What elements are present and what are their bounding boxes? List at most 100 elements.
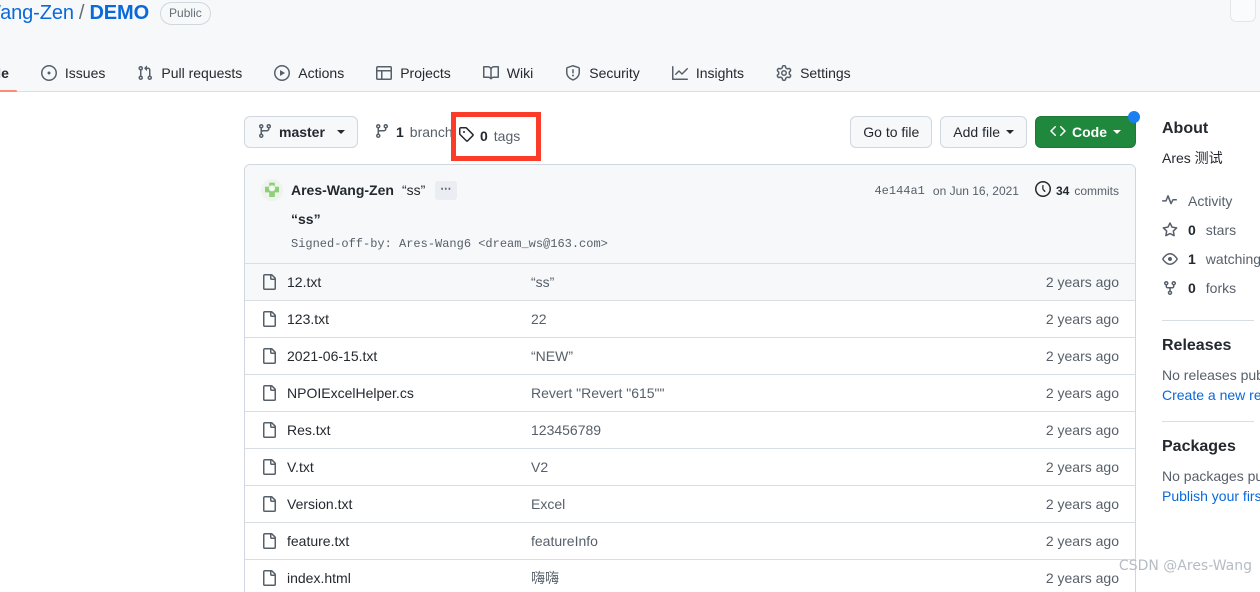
git-branch-icon bbox=[257, 123, 273, 142]
forks-link[interactable]: 0 forks bbox=[1162, 273, 1260, 302]
repo-main-column: master 1 branch 0 tags bbox=[244, 111, 1140, 592]
file-commit-message[interactable]: Revert "Revert "615"" bbox=[531, 385, 1009, 401]
issue-opened-icon bbox=[40, 64, 57, 81]
repo-header: res-Wang-Zen / DEMO Public ode Issues bbox=[0, 0, 1260, 92]
packages-empty-note: No packages publi bbox=[1162, 468, 1260, 484]
forks-count: 0 bbox=[1188, 279, 1196, 296]
tab-code[interactable]: ode bbox=[0, 53, 25, 92]
tags-count-highlighted[interactable]: 0 tags bbox=[458, 126, 520, 145]
repo-owner-link[interactable]: res-Wang-Zen bbox=[0, 2, 74, 25]
chevron-down-icon bbox=[337, 130, 345, 134]
commit-signoff: Signed-off-by: Ares-Wang6 <dream_ws@163.… bbox=[291, 237, 608, 251]
file-commit-message[interactable]: Excel bbox=[531, 496, 1009, 512]
tags-count-label-highlighted: tags bbox=[493, 127, 521, 144]
tags-count-value-highlighted: 0 bbox=[480, 127, 488, 144]
visibility-badge: Public bbox=[160, 2, 211, 25]
releases-section: Releases No releases publish Create a ne… bbox=[1162, 337, 1260, 403]
file-commit-message[interactable]: “ss” bbox=[531, 274, 1009, 290]
table-row[interactable]: 123.txt 22 2 years ago bbox=[245, 300, 1135, 337]
file-commit-time: 2 years ago bbox=[1045, 570, 1119, 586]
file-icon bbox=[261, 459, 277, 475]
tab-projects[interactable]: Projects bbox=[360, 53, 467, 92]
file-commit-time: 2 years ago bbox=[1045, 311, 1119, 327]
table-row[interactable]: feature.txt featureInfo 2 years ago bbox=[245, 522, 1135, 559]
file-name-link[interactable]: NPOIExcelHelper.cs bbox=[287, 385, 531, 401]
commit-sha[interactable]: 4e144a1 bbox=[874, 184, 924, 198]
activity-link[interactable]: Activity bbox=[1162, 186, 1260, 215]
table-row[interactable]: V.txt V2 2 years ago bbox=[245, 448, 1135, 485]
avatar[interactable] bbox=[261, 179, 283, 201]
commit-title-inline[interactable]: “ss” bbox=[402, 182, 425, 198]
code-button[interactable]: Code bbox=[1035, 111, 1140, 148]
file-icon bbox=[261, 274, 277, 290]
commit-expand-button[interactable]: ⋯ bbox=[435, 180, 458, 200]
commit-author-link[interactable]: Ares-Wang-Zen bbox=[291, 182, 394, 198]
commits-count[interactable]: 34 commits bbox=[1034, 181, 1119, 200]
commit-message: “ss” bbox=[291, 211, 321, 227]
repo-stats: Activity 0 stars 1 watching 0 forks bbox=[1162, 186, 1260, 302]
git-branch-icon bbox=[374, 123, 390, 142]
repo-nav: ode Issues Pull requests Actions bbox=[0, 52, 867, 92]
shield-icon bbox=[565, 64, 581, 81]
commit-date: on Jun 16, 2021 bbox=[932, 183, 1019, 198]
file-name-link[interactable]: feature.txt bbox=[287, 533, 531, 549]
publish-package-link[interactable]: Publish your first p bbox=[1162, 488, 1260, 504]
git-pull-request-icon bbox=[137, 65, 153, 81]
commits-count-label: commits bbox=[1074, 183, 1119, 198]
tab-pull-requests-label: Pull requests bbox=[161, 64, 243, 81]
add-file-button[interactable]: Add file bbox=[940, 116, 1027, 148]
branches-count-value: 1 bbox=[396, 124, 404, 140]
file-icon bbox=[261, 311, 277, 327]
file-commit-message[interactable]: V2 bbox=[531, 459, 1009, 475]
stars-link[interactable]: 0 stars bbox=[1162, 215, 1260, 244]
tab-wiki-label: Wiki bbox=[506, 64, 534, 81]
repo-name-link[interactable]: DEMO bbox=[89, 2, 149, 25]
tab-settings[interactable]: Settings bbox=[760, 53, 867, 92]
tab-security[interactable]: Security bbox=[549, 53, 656, 92]
file-name-link[interactable]: 2021-06-15.txt bbox=[287, 348, 531, 364]
tab-actions[interactable]: Actions bbox=[258, 53, 360, 92]
file-name-link[interactable]: index.html bbox=[287, 570, 531, 586]
file-icon bbox=[261, 348, 277, 364]
tab-wiki[interactable]: Wiki bbox=[467, 53, 549, 92]
file-name-link[interactable]: 123.txt bbox=[287, 311, 531, 327]
file-name-link[interactable]: 12.txt bbox=[287, 274, 531, 290]
file-icon bbox=[261, 496, 277, 512]
table-row[interactable]: Version.txt Excel 2 years ago bbox=[245, 485, 1135, 522]
packages-section: Packages No packages publi Publish your … bbox=[1162, 438, 1260, 504]
file-commit-message[interactable]: “NEW” bbox=[531, 348, 1009, 364]
commits-count-value: 34 bbox=[1055, 183, 1070, 198]
tab-pull-requests[interactable]: Pull requests bbox=[121, 53, 258, 92]
watermark: CSDN @Ares-Wang bbox=[1118, 558, 1252, 574]
sidebar-divider bbox=[1162, 421, 1254, 422]
branches-count[interactable]: 1 branch bbox=[374, 123, 453, 142]
file-commit-message[interactable]: featureInfo bbox=[531, 533, 1009, 549]
latest-commit-header: Ares-Wang-Zen “ss” ⋯ “ss” Signed-off-by:… bbox=[245, 165, 1135, 263]
graph-icon bbox=[671, 65, 688, 81]
table-row[interactable]: NPOIExcelHelper.cs Revert "Revert "615""… bbox=[245, 374, 1135, 411]
file-commit-message[interactable]: 22 bbox=[531, 311, 1009, 327]
activity-label: Activity bbox=[1188, 192, 1233, 209]
file-commit-message[interactable]: 123456789 bbox=[531, 422, 1009, 438]
add-file-label: Add file bbox=[953, 124, 1000, 140]
file-name-link[interactable]: Res.txt bbox=[287, 422, 531, 438]
releases-heading: Releases bbox=[1162, 337, 1232, 354]
table-row[interactable]: index.html 嗨嗨 2 years ago bbox=[245, 559, 1135, 592]
table-row[interactable]: 12.txt “ss” 2 years ago bbox=[245, 263, 1135, 300]
file-name-link[interactable]: Version.txt bbox=[287, 496, 531, 512]
go-to-file-label: Go to file bbox=[863, 124, 920, 140]
about-heading: About bbox=[1162, 120, 1209, 137]
file-commit-message[interactable]: 嗨嗨 bbox=[531, 568, 1009, 588]
tab-insights[interactable]: Insights bbox=[656, 53, 760, 92]
table-row[interactable]: Res.txt 123456789 2 years ago bbox=[245, 411, 1135, 448]
forks-label: forks bbox=[1205, 279, 1237, 296]
fork-icon bbox=[1162, 280, 1178, 296]
table-row[interactable]: 2021-06-15.txt “NEW” 2 years ago bbox=[245, 337, 1135, 374]
file-name-link[interactable]: V.txt bbox=[287, 459, 531, 475]
branch-selector-button[interactable]: master bbox=[244, 116, 358, 148]
tab-issues-label: Issues bbox=[64, 64, 106, 81]
tab-issues[interactable]: Issues bbox=[25, 53, 121, 92]
watchers-link[interactable]: 1 watching bbox=[1162, 244, 1260, 273]
create-release-link[interactable]: Create a new relea bbox=[1162, 387, 1260, 403]
go-to-file-button[interactable]: Go to file bbox=[850, 116, 933, 148]
